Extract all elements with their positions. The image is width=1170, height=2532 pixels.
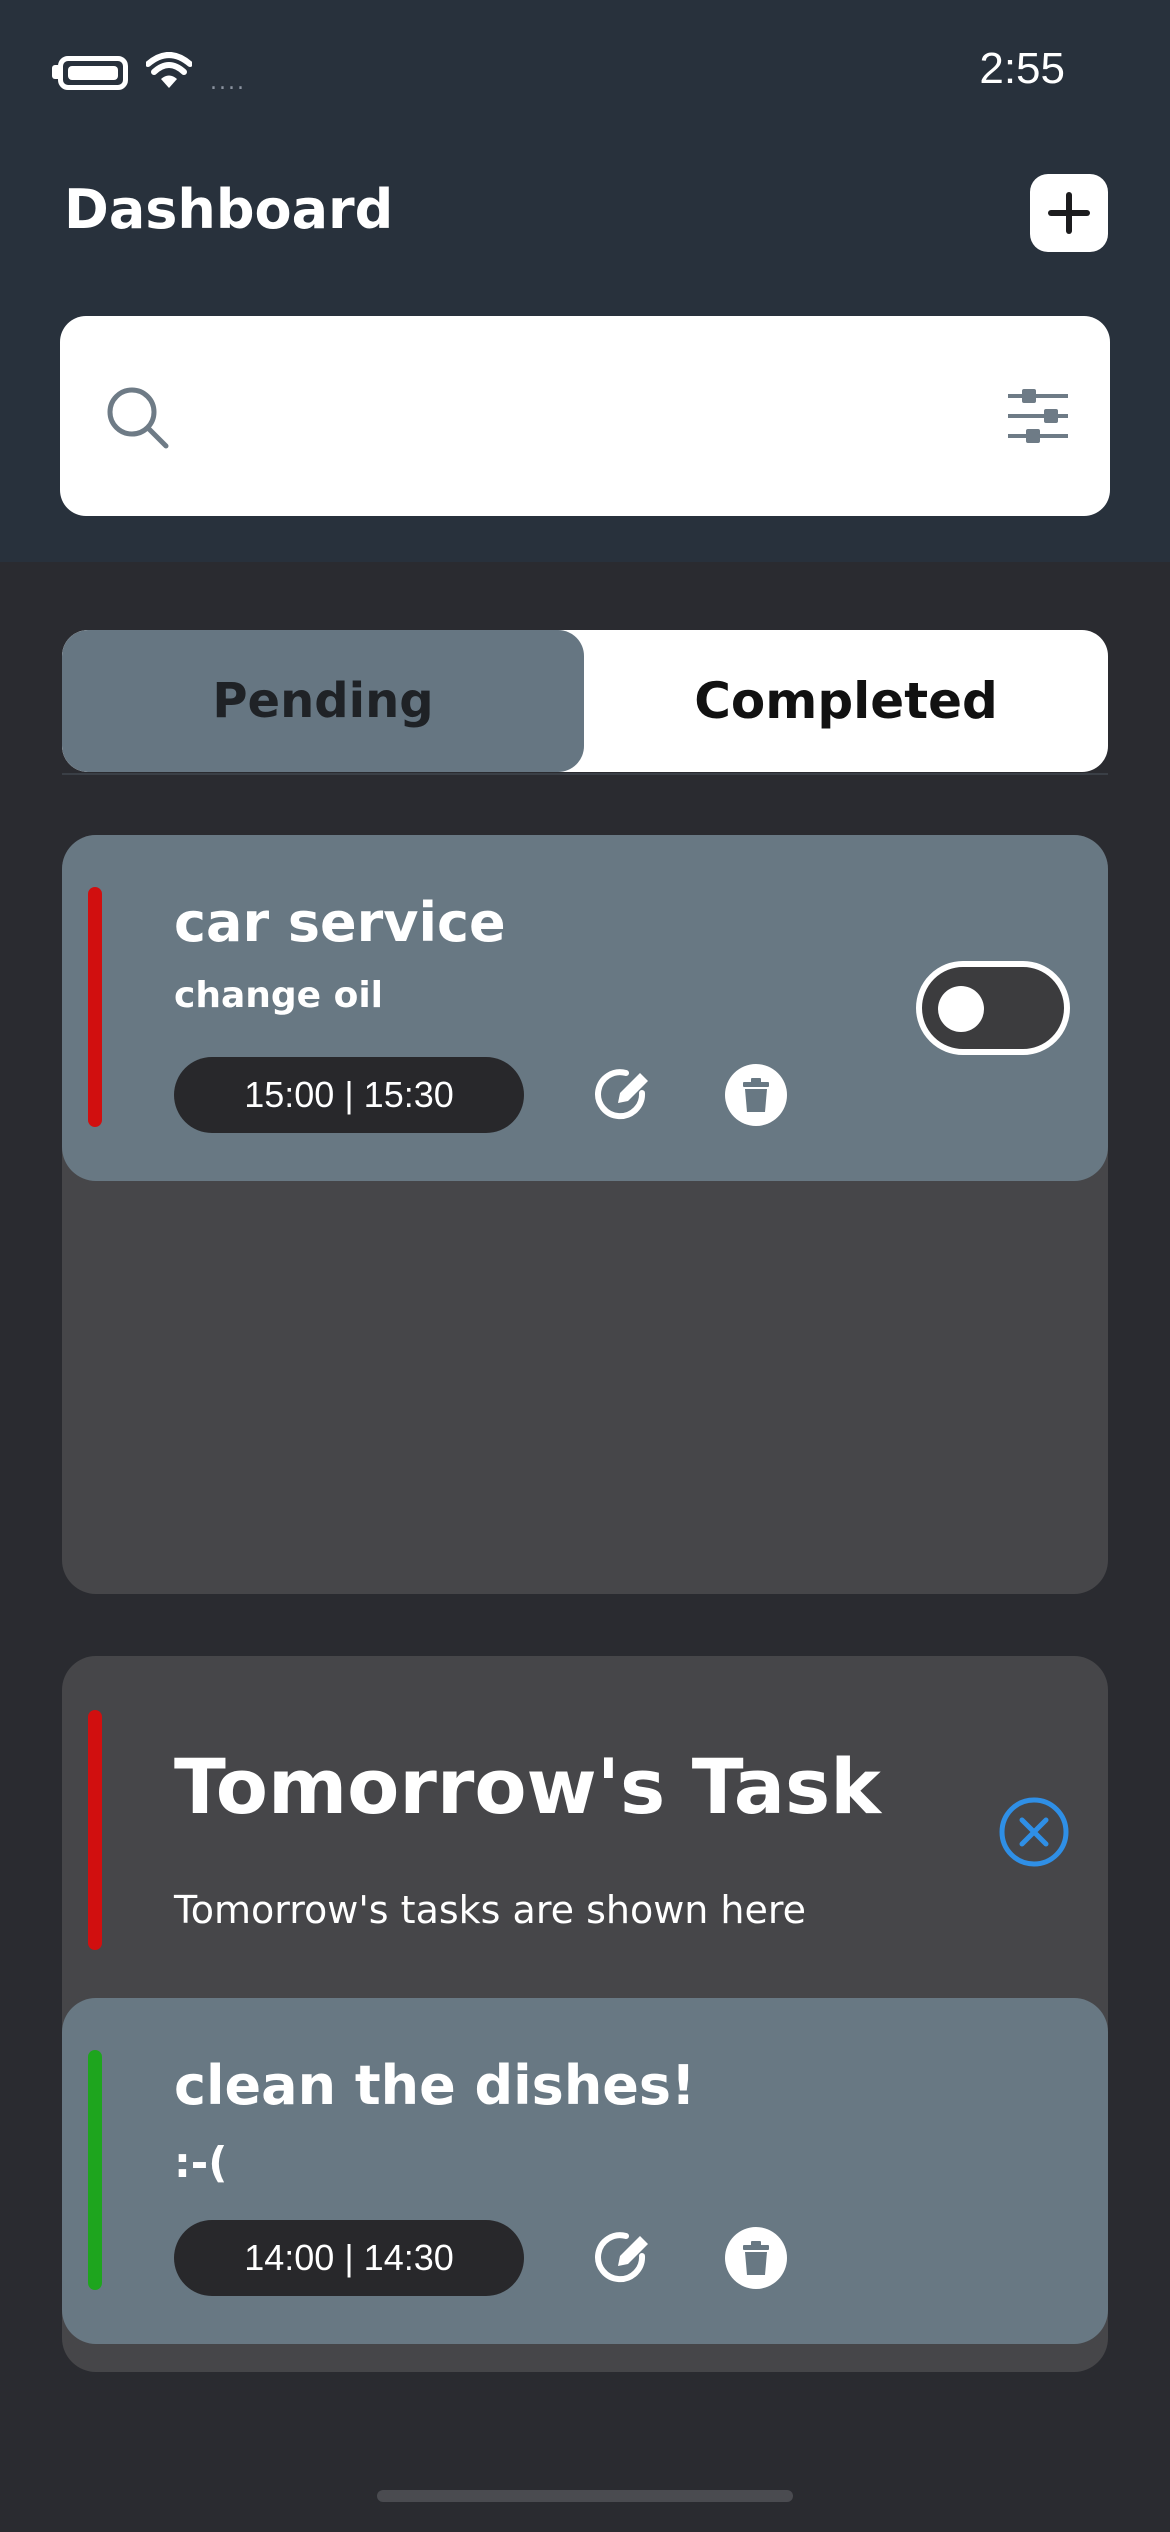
- trash-icon[interactable]: [724, 1063, 788, 1127]
- toggle-knob: [938, 986, 984, 1032]
- task-note: :-(: [174, 2138, 228, 2187]
- tomorrow-bar: [88, 1710, 102, 1950]
- divider: [62, 773, 1108, 775]
- sliders-icon[interactable]: [1006, 386, 1070, 446]
- status-tabs: Pending Completed: [62, 630, 1108, 772]
- signal-strength: ....: [210, 70, 246, 95]
- tomorrow-subtitle: Tomorrow's tasks are shown here: [174, 1888, 807, 1932]
- page-title: Dashboard: [64, 178, 394, 241]
- close-icon[interactable]: [998, 1796, 1070, 1868]
- task-time: 14:00 | 14:30: [174, 2220, 524, 2296]
- battery-icon: [58, 56, 128, 90]
- status-time: 2:55: [979, 44, 1065, 93]
- task-card[interactable]: clean the dishes! :-( 14:00 | 14:30: [62, 1998, 1108, 2344]
- wifi-icon: [146, 52, 192, 88]
- home-indicator[interactable]: [377, 2490, 793, 2502]
- search-bar[interactable]: [60, 316, 1110, 516]
- complete-toggle[interactable]: [916, 961, 1070, 1055]
- task-time: 15:00 | 15:30: [174, 1057, 524, 1133]
- task-note: change oil: [174, 975, 384, 1016]
- task-card[interactable]: car service change oil 15:00 | 15:30: [62, 835, 1108, 1181]
- add-task-button[interactable]: [1030, 174, 1108, 252]
- header: .... 2:55 Dashboard: [0, 0, 1170, 562]
- search-icon: [107, 387, 169, 449]
- tab-pending[interactable]: Pending: [62, 630, 584, 772]
- tomorrow-title: Tomorrow's Task: [174, 1742, 881, 1831]
- edit-icon[interactable]: [592, 1063, 656, 1127]
- tomorrow-task-group: Tomorrow's Task Tomorrow's tasks are sho…: [62, 1656, 1108, 2372]
- task-title: car service: [174, 891, 506, 954]
- priority-bar: [88, 2050, 102, 2290]
- today-task-group: car service change oil 15:00 | 15:30: [62, 835, 1108, 1594]
- task-title: clean the dishes!: [174, 2054, 696, 2117]
- trash-icon[interactable]: [724, 2226, 788, 2290]
- plus-icon: [1048, 192, 1090, 234]
- tab-completed[interactable]: Completed: [584, 630, 1108, 772]
- edit-icon[interactable]: [592, 2226, 656, 2290]
- priority-bar: [88, 887, 102, 1127]
